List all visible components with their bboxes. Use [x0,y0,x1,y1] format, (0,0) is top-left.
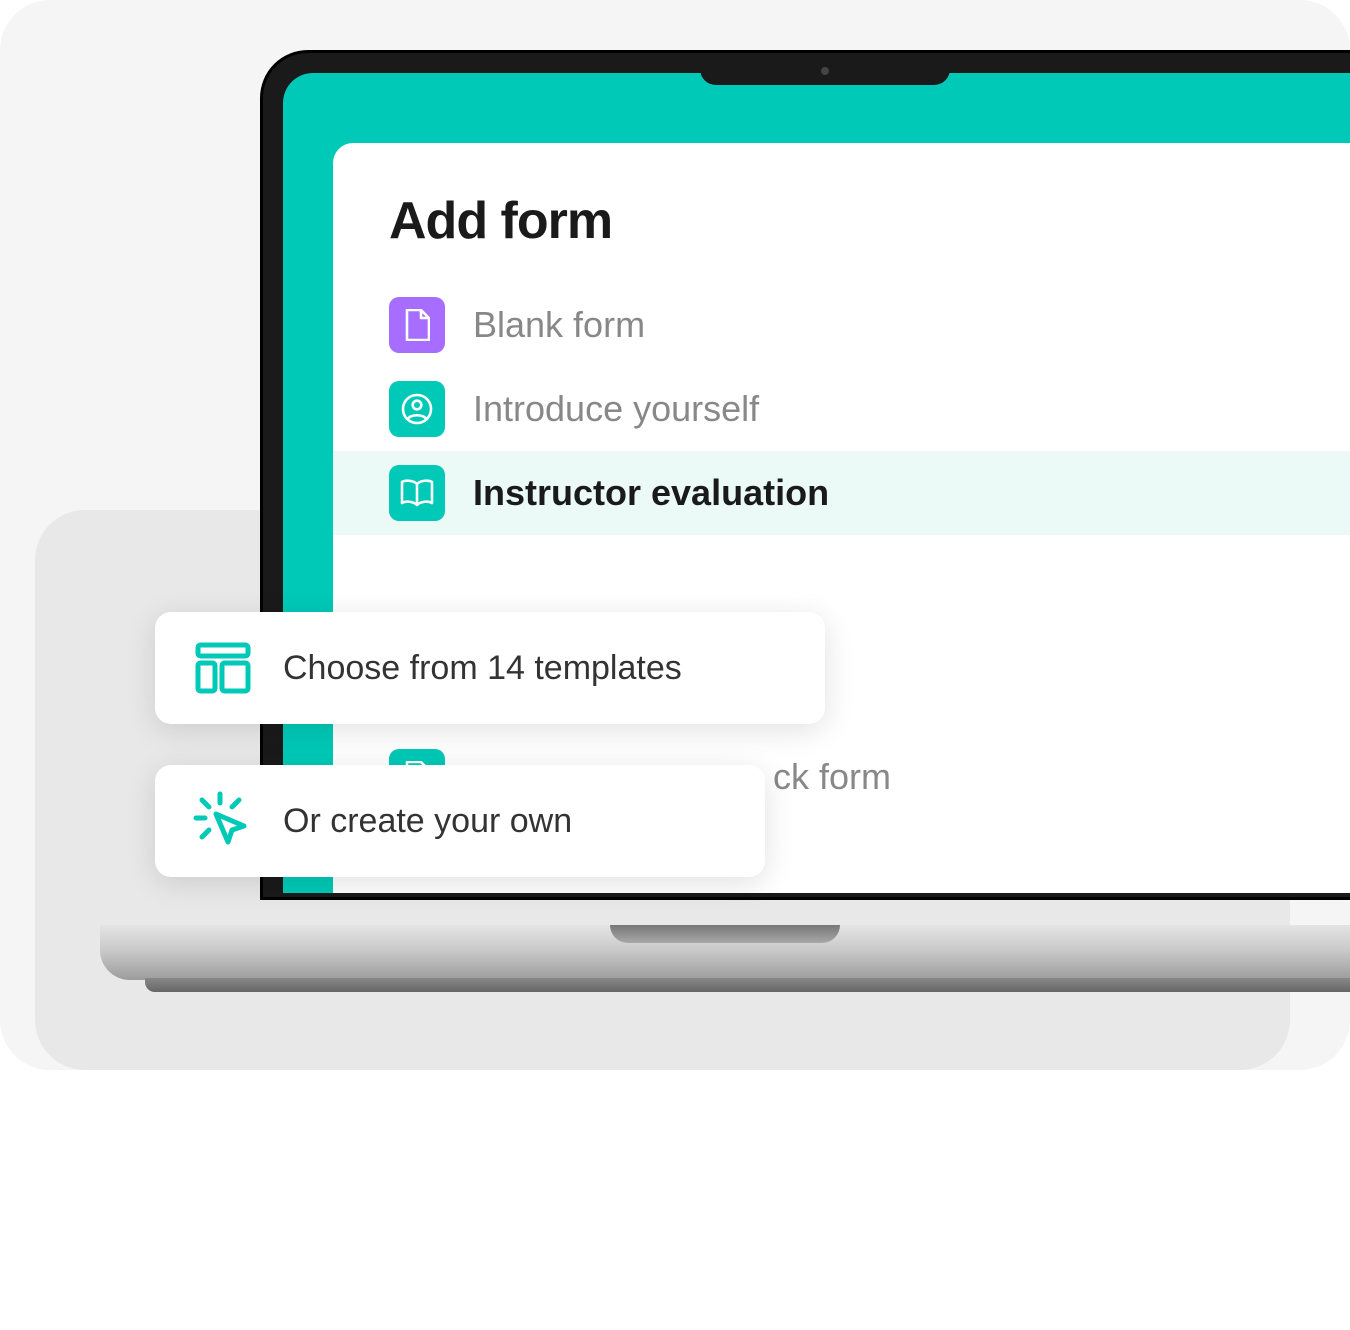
menu-item-introduce-yourself[interactable]: Introduce yourself [333,367,1350,451]
menu-item-label-fragment: ck form [773,756,891,798]
callout-create-own-text: Or create your own [283,802,572,841]
laptop-base [100,925,1350,980]
callout-create-own[interactable]: Or create your own [155,765,765,877]
laptop-base-underside [145,978,1350,992]
cursor-click-icon [191,789,255,853]
book-icon [389,465,445,521]
callout-templates[interactable]: Choose from 14 templates [155,612,825,724]
menu-item-label: Instructor evaluation [473,472,829,514]
menu-item-instructor-evaluation[interactable]: Instructor evaluation [333,451,1350,535]
laptop-notch [700,53,950,85]
person-circle-icon [389,381,445,437]
document-icon [389,297,445,353]
laptop-base-notch [610,925,840,943]
panel-title: Add form [333,191,1350,283]
template-icon [191,636,255,700]
menu-item-label: Blank form [473,304,645,346]
menu-item-blank-form[interactable]: Blank form [333,283,1350,367]
menu-item-label: Introduce yourself [473,388,759,430]
callout-templates-text: Choose from 14 templates [283,649,682,688]
